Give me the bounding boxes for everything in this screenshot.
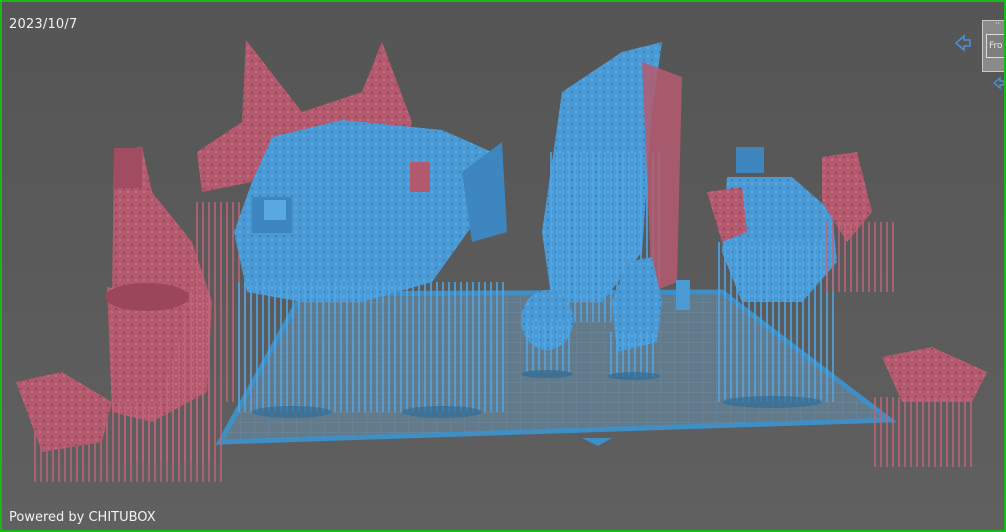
3d-viewport[interactable]: 2023/10/7 Powered by CHITUBOX ·· Fro [0, 0, 1006, 532]
rotate-left-arrow-icon[interactable] [954, 34, 972, 52]
view-cube-icon[interactable]: ·· Fro [982, 19, 1004, 72]
view-cube-top-mark: ·· [995, 19, 1001, 28]
blue-model-wing [542, 42, 682, 322]
pink-model-right-front [872, 347, 987, 467]
small-arrow-icon[interactable] [992, 76, 1006, 90]
view-cube-face-front[interactable]: Fro [986, 34, 1004, 58]
powered-by-label: Powered by CHITUBOX [9, 510, 156, 525]
blue-model-right [714, 147, 837, 402]
build-scene[interactable] [2, 2, 1004, 530]
blue-model-dome [521, 290, 573, 372]
date-label: 2023/10/7 [9, 17, 78, 32]
blue-model-creature [234, 120, 508, 412]
